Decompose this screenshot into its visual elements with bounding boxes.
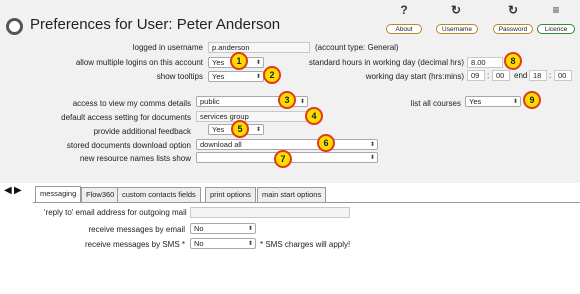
receive-email-select[interactable]: No ⬍ (190, 223, 256, 234)
dropdown-arrow-icon: ⬍ (247, 241, 253, 247)
new-resource-label: new resource names lists show (79, 154, 191, 163)
access-comms-label: access to view my comms details (72, 99, 191, 108)
account-type-text: (account type: General) (315, 43, 399, 52)
allow-multiple-logins-label: allow multiple logins on this account (75, 58, 203, 67)
logged-in-username-label: logged in username (132, 43, 203, 52)
callout-badge-9: 9 (523, 91, 541, 109)
username-button[interactable]: Username (436, 24, 478, 34)
callout-badge-5: 5 (231, 120, 249, 138)
dropdown-arrow-icon: ⬍ (512, 99, 518, 105)
dropdown-arrow-icon: ⬍ (369, 142, 375, 148)
stored-documents-label: stored documents download option (66, 141, 191, 150)
sms-charges-note: * SMS charges will apply! (260, 240, 351, 249)
show-tooltips-label: show tooltips (156, 72, 203, 81)
password-button[interactable]: Password (493, 24, 533, 34)
tab-flow360[interactable]: Flow360 (81, 187, 120, 202)
dropdown-arrow-icon: ⬍ (255, 127, 261, 133)
time-separator: : (549, 71, 552, 80)
show-tooltips-select[interactable]: Yes ⬍ (208, 71, 264, 82)
default-access-field[interactable]: services group (196, 111, 308, 122)
additional-feedback-label: provide additional feedback (93, 127, 191, 136)
reply-to-label: 'reply to' email address for outgoing ma… (44, 208, 187, 217)
dropdown-arrow-icon: ⬍ (299, 99, 305, 105)
tab-print-options[interactable]: print options (205, 187, 256, 202)
list-all-courses-select[interactable]: Yes ⬍ (465, 96, 521, 107)
callout-badge-6: 6 (317, 134, 335, 152)
start-hours-input[interactable]: 09 (467, 70, 485, 81)
callout-badge-7: 7 (274, 150, 292, 168)
tab-main-start-options[interactable]: main start options (257, 187, 327, 202)
refresh-icon: ↻ (450, 3, 462, 17)
dropdown-arrow-icon: ⬍ (247, 226, 253, 232)
document-icon: ≡ (552, 3, 560, 17)
licence-button[interactable]: Licence (537, 24, 575, 34)
dropdown-arrow-icon: ⬍ (255, 60, 261, 66)
end-mins-input[interactable]: 00 (554, 70, 572, 81)
question-icon: ? (400, 3, 408, 17)
working-day-start-label: working day start (hrs:mins) (365, 72, 464, 81)
refresh-icon: ↻ (507, 3, 519, 17)
start-mins-input[interactable]: 00 (492, 70, 510, 81)
callout-badge-8: 8 (504, 52, 522, 70)
tab-messaging[interactable]: messaging (35, 186, 82, 202)
default-access-label: default access setting for documents (61, 113, 191, 122)
receive-sms-select[interactable]: No ⬍ (190, 238, 256, 249)
about-button[interactable]: About (386, 24, 422, 34)
end-hours-input[interactable]: 18 (529, 70, 547, 81)
standard-hours-input[interactable]: 8.00 (467, 57, 503, 68)
page-title: Preferences for User: Peter Anderson (30, 16, 281, 33)
callout-badge-4: 4 (305, 107, 323, 125)
end-label: end (514, 71, 528, 80)
nav-left-arrow-icon[interactable]: ◀ (4, 185, 12, 196)
reply-to-input[interactable] (190, 207, 350, 218)
list-all-courses-label: list all courses (410, 99, 461, 108)
dropdown-arrow-icon: ⬍ (369, 155, 375, 161)
receive-email-label: receive messages by email (88, 225, 185, 234)
callout-badge-1: 1 (230, 52, 248, 70)
logged-in-username-field: p.anderson (208, 42, 310, 53)
standard-hours-label: standard hours in working day (decimal h… (308, 58, 464, 67)
receive-sms-label: receive messages by SMS * (84, 240, 185, 249)
dropdown-arrow-icon: ⬍ (255, 74, 261, 80)
time-separator: : (487, 71, 490, 80)
stored-documents-select[interactable]: download all ⬍ (196, 139, 378, 150)
tab-custom-contacts-fields[interactable]: custom contacts fields (117, 187, 201, 202)
nav-right-arrow-icon[interactable]: ▶ (14, 185, 22, 196)
callout-badge-3: 3 (278, 91, 296, 109)
callout-badge-2: 2 (263, 66, 281, 84)
app-logo-icon (6, 18, 23, 35)
